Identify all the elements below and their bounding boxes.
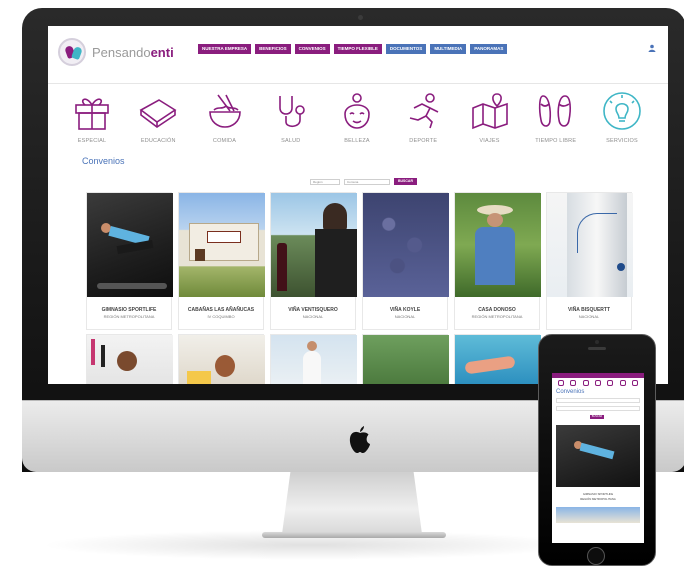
sandals-icon <box>538 95 571 127</box>
region-select[interactable]: Región <box>310 178 340 185</box>
home-button[interactable] <box>587 547 605 565</box>
nav-documentos[interactable]: DOCUMENTOS <box>385 44 427 54</box>
card-subtitle: NACIONAL <box>394 314 416 319</box>
search-button[interactable]: BUSCAR <box>394 178 417 185</box>
category-especial[interactable]: ESPECIAL <box>62 90 122 144</box>
mobile-category-icon[interactable] <box>594 380 601 386</box>
card-title: CASA DONOSO <box>478 307 516 313</box>
category-salud[interactable]: SALUD <box>261 90 321 144</box>
card-photo <box>547 193 633 297</box>
category-viajes[interactable]: VIAJES <box>460 90 520 144</box>
mobile-category-icons <box>552 378 644 388</box>
runner-icon <box>410 93 439 129</box>
mobile-search-button[interactable]: BUSCAR <box>590 415 604 419</box>
card-photo <box>179 193 265 297</box>
camera-dot <box>358 15 363 20</box>
iphone: Convenios BUSCAR GIMNASIO SPORTLIFE REGI… <box>538 334 656 566</box>
apple-logo-icon <box>349 426 370 453</box>
mobile-category-icon[interactable] <box>582 380 589 386</box>
card-row2-4[interactable] <box>362 334 449 384</box>
category-deporte[interactable]: DEPORTE <box>393 90 453 144</box>
card-casa-donoso[interactable]: CASA DONOSO REGIÓN METROPOLITANA <box>454 192 541 330</box>
mobile-section-title: Convenios <box>556 389 585 395</box>
nav-nuestra-empresa[interactable]: NUESTRA EMPRESA <box>198 44 252 54</box>
map-icon <box>471 93 508 130</box>
card-vina-bisquertt[interactable]: VIÑA BISQUERTT NACIONAL <box>546 192 633 330</box>
card-vina-koyle[interactable]: VIÑA KOYLE NACIONAL <box>362 192 449 330</box>
comuna-select[interactable]: Comuna <box>344 178 390 185</box>
stethoscope-icon <box>278 96 305 128</box>
nav-tiempo-flexible[interactable]: TIEMPO FLEXIBLE <box>333 44 382 54</box>
card-subtitle: NACIONAL <box>578 314 600 319</box>
nav-panoramas[interactable]: PANORAMAS <box>470 44 508 54</box>
mobile-category-icon[interactable] <box>558 380 565 386</box>
card-photo <box>363 193 449 297</box>
card-vina-ventisquero[interactable]: VIÑA VENTISQUERO NACIONAL <box>270 192 357 330</box>
card-row2-1[interactable] <box>86 334 173 384</box>
mobile-category-icon[interactable] <box>607 380 614 386</box>
nav-multimedia[interactable]: MULTIMEDIA <box>430 44 467 54</box>
card-row2-5[interactable] <box>454 334 541 384</box>
logo-figures-icon <box>58 38 86 66</box>
filter-bar: Región Comuna BUSCAR <box>310 178 417 185</box>
card-photo <box>271 193 357 297</box>
nav-beneficios[interactable]: BENEFICIOS <box>255 44 291 54</box>
mobile-card-subtitle: REGIÓN METROPOLITANA <box>580 497 616 501</box>
desktop-screen: Pensandoenti NUESTRA EMPRESA BENEFICIOS … <box>48 26 668 384</box>
mobile-card-photo-2[interactable] <box>556 507 640 523</box>
category-servicios[interactable]: SERVICIOS <box>592 90 652 144</box>
header: Pensandoenti NUESTRA EMPRESA BENEFICIOS … <box>48 26 668 84</box>
mobile-category-icon[interactable] <box>570 380 577 386</box>
imac-stand <box>282 472 422 534</box>
section-title: Convenios <box>82 156 125 166</box>
mobile-category-icon[interactable] <box>619 380 626 386</box>
card-photo <box>179 335 265 384</box>
category-comida[interactable]: COMIDA <box>195 90 255 144</box>
card-photo <box>87 335 173 384</box>
brand-name: Pensandoenti <box>92 44 174 60</box>
card-subtitle: NACIONAL <box>302 314 324 319</box>
brand-logo[interactable]: Pensandoenti <box>58 38 174 66</box>
mobile-comuna-select[interactable] <box>556 406 640 411</box>
mobile-category-icon[interactable] <box>631 380 638 386</box>
card-title: VIÑA BISQUERTT <box>567 307 611 313</box>
card-subtitle: REGIÓN METROPOLITANA <box>471 314 523 319</box>
phone-speaker <box>588 347 606 350</box>
card-title: GIMNASIO SPORTLIFE <box>101 307 157 313</box>
card-photo <box>455 193 541 297</box>
category-bar: ESPECIAL EDUCACIÓN COMIDA SALUD BELLEZA … <box>62 90 652 144</box>
main-nav: NUESTRA EMPRESA BENEFICIOS CONVENIOS TIE… <box>198 44 511 54</box>
mobile-screen: Convenios BUSCAR GIMNASIO SPORTLIFE REGI… <box>552 373 644 543</box>
user-icon[interactable] <box>648 44 656 52</box>
phone-camera <box>595 340 599 344</box>
card-subtitle: IV COQUIMBO <box>207 314 235 319</box>
card-photo <box>363 335 449 384</box>
category-belleza[interactable]: BELLEZA <box>327 90 387 144</box>
category-tiempo-libre[interactable]: TIEMPO LIBRE <box>526 90 586 144</box>
card-title: VIÑA VENTISQUERO <box>288 307 338 313</box>
noodle-bowl-icon <box>208 94 241 128</box>
face-icon <box>344 93 370 129</box>
gift-icon <box>75 98 109 130</box>
card-row2-3[interactable] <box>270 334 357 384</box>
card-photo <box>455 335 541 384</box>
card-title: VIÑA KOYLE <box>389 307 421 313</box>
lightbulb-icon <box>603 92 641 130</box>
card-row2-2[interactable] <box>178 334 265 384</box>
category-educacion[interactable]: EDUCACIÓN <box>128 90 188 144</box>
mobile-card-photo[interactable] <box>556 425 640 487</box>
mobile-region-select[interactable] <box>556 398 640 403</box>
card-photo <box>87 193 173 297</box>
card-subtitle: REGIÓN METROPOLITANA <box>103 314 155 319</box>
card-cabanas-las-ananucas[interactable]: CABAÑAS LAS AÑAÑUCAS IV COQUIMBO <box>178 192 265 330</box>
card-title: CABAÑAS LAS AÑAÑUCAS <box>187 307 255 313</box>
book-icon <box>139 99 177 128</box>
nav-convenios[interactable]: CONVENIOS <box>294 44 330 54</box>
card-gimnasio-sportlife[interactable]: GIMNASIO SPORTLIFE REGIÓN METROPOLITANA <box>86 192 173 330</box>
card-photo <box>271 335 357 384</box>
imac-stand-base <box>262 532 446 538</box>
mobile-card-title: GIMNASIO SPORTLIFE <box>582 492 614 496</box>
